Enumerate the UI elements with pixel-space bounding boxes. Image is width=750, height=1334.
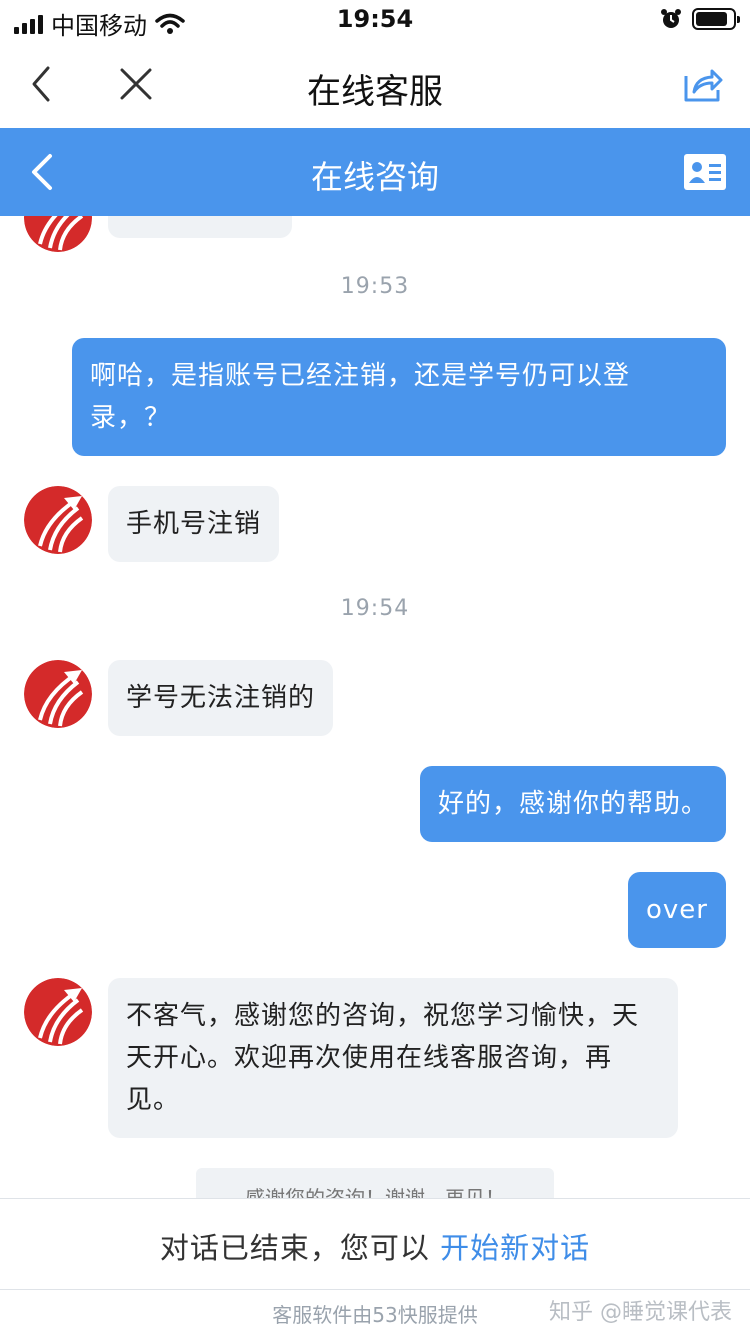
footer: 客服软件由53快服提供 知乎 @睡觉课代表 [0, 1290, 750, 1334]
system-note: 感谢您的咨询！谢谢，再见！ [196, 1168, 554, 1198]
agent-avatar [24, 216, 92, 252]
agent-message: 手机号注销 [108, 486, 280, 562]
status-bar: 中国移动 19:54 [0, 0, 750, 40]
chat-area[interactable]: 19:53 啊哈，是指账号已经注销，还是学号仍可以登录，？ 手机号注销 19:5… [0, 216, 750, 1198]
agent-avatar [24, 978, 92, 1046]
ended-text: 对话已结束，您可以 [159, 1231, 430, 1265]
chat-header: 在线咨询 [0, 128, 750, 216]
user-message: 好的，感谢你的帮助。 [419, 766, 726, 842]
chat-title: 在线咨询 [310, 158, 439, 196]
timestamp: 19:54 [340, 596, 410, 621]
watermark: 知乎 @睡觉课代表 [549, 1300, 732, 1325]
timestamp: 19:53 [340, 274, 410, 299]
agent-logo-icon [24, 978, 92, 1046]
start-new-chat-link[interactable]: 开始新对话 [440, 1231, 590, 1265]
title-bar: 在线客服 [0, 40, 750, 128]
agent-avatar [24, 486, 92, 554]
contact-card-icon[interactable] [684, 154, 726, 190]
agent-logo-icon [24, 486, 92, 554]
alarm-icon [661, 9, 681, 28]
status-right [660, 8, 740, 30]
agent-avatar [24, 660, 92, 728]
user-message: over [628, 872, 726, 948]
agent-message: 不客气，感谢您的咨询，祝您学习愉快，天天开心。欢迎再次使用在线客服咨询，再见。 [108, 978, 678, 1138]
agent-logo-icon [24, 660, 92, 728]
agent-message: 学号无法注销的 [108, 660, 334, 736]
battery-icon [692, 8, 740, 30]
page-title: 在线客服 [307, 72, 443, 112]
share-icon[interactable] [680, 62, 724, 106]
user-message: 啊哈，是指账号已经注销，还是学号仍可以登录，？ [72, 338, 726, 456]
status-time: 19:54 [336, 5, 414, 33]
agent-message [108, 216, 292, 238]
conversation-ended-bar: 对话已结束，您可以 开始新对话 [0, 1198, 750, 1290]
agent-logo-icon [24, 216, 92, 252]
